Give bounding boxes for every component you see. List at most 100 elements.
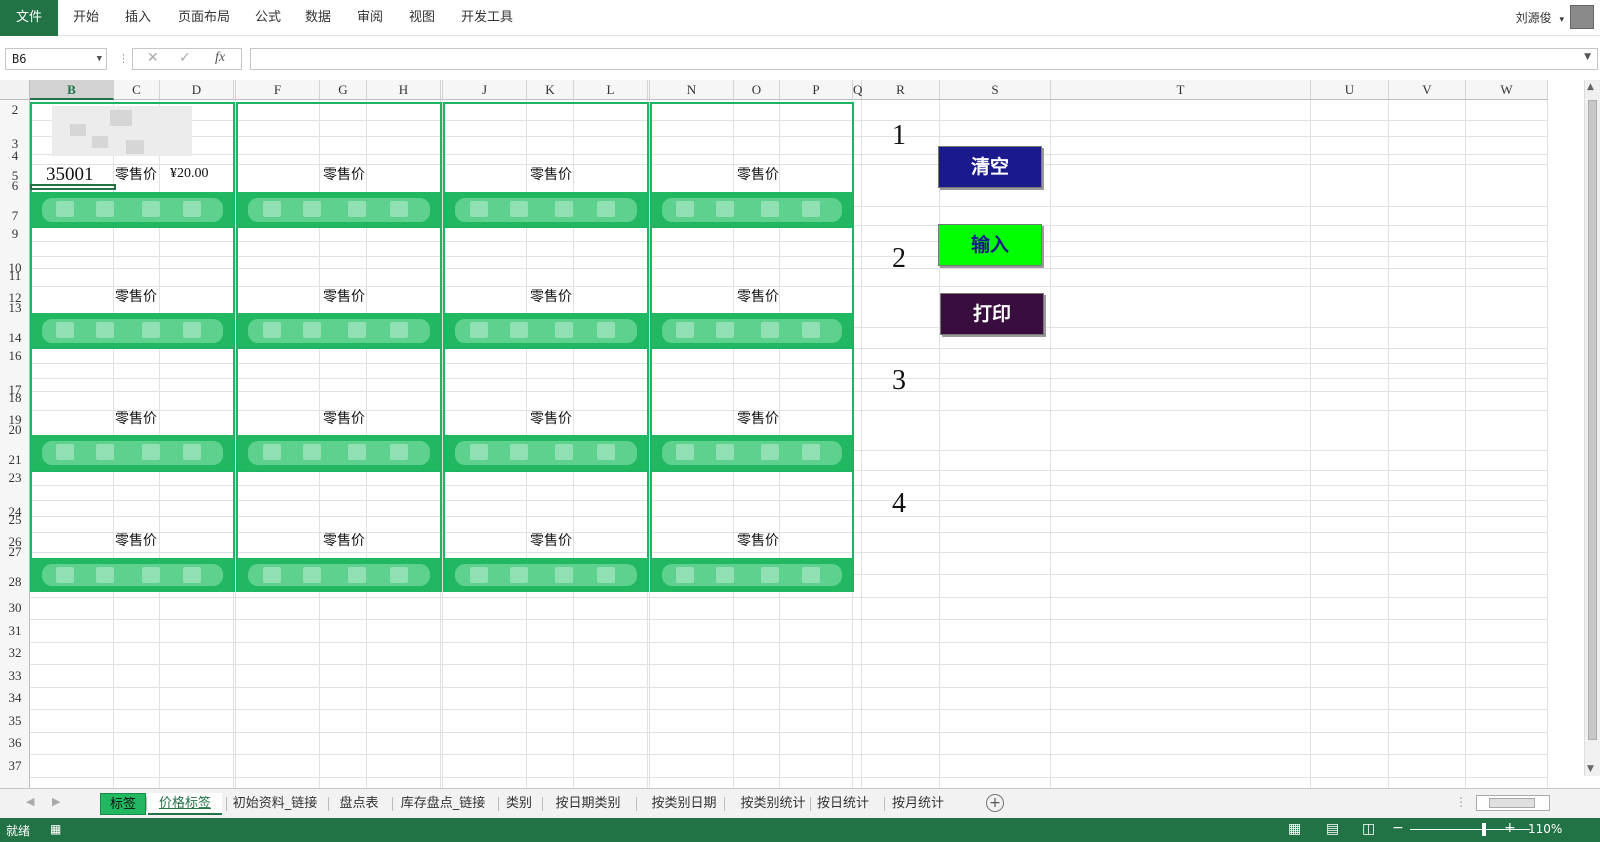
row-header-35[interactable]: 35 [0,713,30,729]
tab-scroll-right-icon[interactable]: ▶ [52,795,60,808]
row-header-37[interactable]: 37 [0,758,30,774]
product-code[interactable]: 35001 [46,164,94,186]
sheet-tab[interactable]: 按日期类别 [544,793,632,815]
row-header-13[interactable]: 13 [0,300,30,316]
chevron-down-icon[interactable]: ▼ [1584,52,1591,62]
row-header-30[interactable]: 30 [0,600,30,616]
chevron-down-icon[interactable]: ▼ [97,49,102,69]
column-header-w[interactable]: W [1466,80,1548,100]
column-header-q[interactable]: Q [853,80,862,100]
scroll-thumb[interactable] [1588,100,1597,740]
column-header-v[interactable]: V [1389,80,1466,100]
column-header-k[interactable]: K [527,80,574,100]
vertical-scrollbar[interactable]: ▲ ▼ [1584,80,1600,776]
input-button[interactable]: 输入 [938,224,1042,266]
add-sheet-icon[interactable]: + [986,794,1004,812]
column-header-d[interactable]: D [160,80,234,100]
tab-insert[interactable]: 插入 [118,0,158,36]
sheet-tab[interactable]: 标签 [100,793,146,815]
more-icon[interactable]: ⋮ [118,52,129,65]
zoom-level[interactable]: 110% [1528,822,1562,836]
retail-price-label: 零售价 [737,289,779,305]
tab-review[interactable]: 审阅 [350,0,390,36]
row-header-7[interactable]: 7 [0,208,30,224]
row-header-31[interactable]: 31 [0,623,30,639]
row-header-34[interactable]: 34 [0,690,30,706]
print-button[interactable]: 打印 [940,293,1044,335]
column-header-o[interactable]: O [734,80,780,100]
column-header-u[interactable]: U [1311,80,1389,100]
sheet-tab[interactable]: 初始资料_链接 [228,793,322,815]
row-header-23[interactable]: 23 [0,470,30,486]
sheet-tab[interactable]: 类别 [500,793,538,815]
sheet-tab[interactable]: 价格标签 [148,793,222,815]
tab-data[interactable]: 数据 [298,0,338,36]
row-header-11[interactable]: 11 [0,268,30,284]
column-header-r[interactable]: R [862,80,940,100]
tab-home[interactable]: 开始 [66,0,106,36]
column-header-t[interactable]: T [1051,80,1311,100]
confirm-icon[interactable]: ✓ [179,50,191,66]
tab-view[interactable]: 视图 [402,0,442,36]
column-header-n[interactable]: N [650,80,734,100]
page-break-view-icon[interactable]: ◫ [1362,821,1375,837]
selected-cell-b6[interactable] [30,184,116,190]
tab-page-layout[interactable]: 页面布局 [172,0,236,36]
row-header-4[interactable]: 4 [0,148,30,164]
row-header-9[interactable]: 9 [0,226,30,242]
row-header-2[interactable]: 2 [0,102,30,118]
row-header-28[interactable]: 28 [0,574,30,590]
column-header-p[interactable]: P [780,80,853,100]
zoom-out-icon[interactable]: − [1392,820,1404,836]
worksheet-grid[interactable]: BCDFGHJKLNOPQRSTUVW 2 3 4 5 6 7 9 10 11 12 13 14 16 1… [0,80,1600,788]
column-header-c[interactable]: C [114,80,160,100]
row-header-20[interactable]: 20 [0,422,30,438]
column-header-l[interactable]: L [574,80,648,100]
zoom-slider-knob[interactable] [1482,823,1486,836]
column-header-b[interactable]: B [30,80,114,100]
row-header-27[interactable]: 27 [0,544,30,560]
user-account[interactable]: 刘源俊 ▾ [1516,0,1564,36]
scroll-down-icon[interactable]: ▼ [1587,764,1594,774]
column-header-f[interactable]: F [236,80,320,100]
cancel-icon[interactable]: ✕ [147,50,159,66]
column-header-j[interactable]: J [443,80,527,100]
sheet-tab[interactable]: 库存盘点_链接 [394,793,492,815]
scroll-up-icon[interactable]: ▲ [1587,82,1594,92]
column-header-g[interactable]: G [320,80,367,100]
page-layout-view-icon[interactable]: ▤ [1326,821,1339,837]
sheet-tab[interactable]: 按类别统计 [726,793,820,815]
column-header-s[interactable]: S [940,80,1051,100]
name-box-value: B6 [12,52,27,66]
row-header-18[interactable]: 18 [0,390,30,406]
name-box[interactable]: B6 ▼ [5,48,107,70]
row-header-25[interactable]: 25 [0,512,30,528]
row-header-14[interactable]: 14 [0,330,30,346]
zoom-in-icon[interactable]: + [1504,820,1516,836]
sheet-tab[interactable]: 按月统计 [886,793,950,815]
tab-developer[interactable]: 开发工具 [456,0,518,36]
row-header-32[interactable]: 32 [0,645,30,661]
row-header-16[interactable]: 16 [0,348,30,364]
tab-scroll-left-icon[interactable]: ◀ [26,795,34,808]
sheet-tab[interactable]: 盘点表 [330,793,388,815]
row-header-36[interactable]: 36 [0,735,30,751]
horizontal-scrollbar[interactable] [1476,795,1550,811]
avatar[interactable] [1570,5,1594,29]
insert-function-icon[interactable]: fx [215,50,225,66]
horizontal-scroll-thumb[interactable] [1489,798,1535,808]
splitter-icon[interactable]: ⋮ [1455,795,1467,809]
formula-input[interactable]: ▼ [250,48,1598,70]
row-header-33[interactable]: 33 [0,668,30,684]
normal-view-icon[interactable]: ▦ [1288,821,1301,837]
row-header-6[interactable]: 6 [0,178,30,194]
sheet-tab[interactable]: 按日统计 [812,793,874,815]
row-header-21[interactable]: 21 [0,452,30,468]
macro-record-icon[interactable]: ▦ [50,822,61,836]
column-header-h[interactable]: H [367,80,441,100]
file-tab[interactable]: 文件 [0,0,58,36]
tab-formulas[interactable]: 公式 [248,0,288,36]
clear-button[interactable]: 清空 [938,146,1042,188]
sheet-tab[interactable]: 按类别日期 [638,793,730,815]
select-all-corner[interactable] [0,80,30,100]
